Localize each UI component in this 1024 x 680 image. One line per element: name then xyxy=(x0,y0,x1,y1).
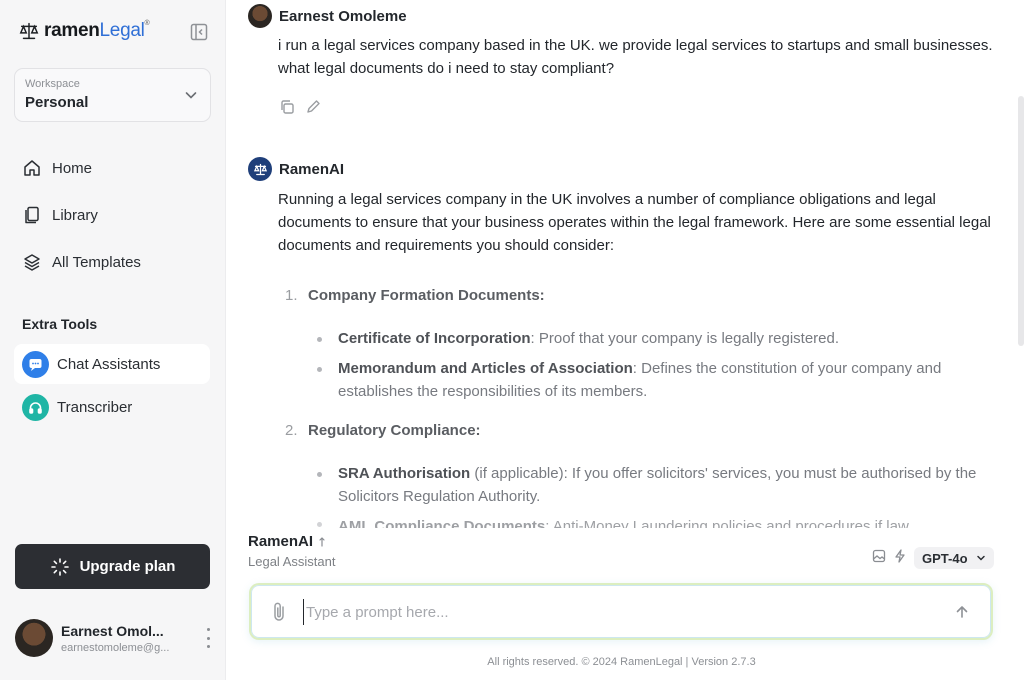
list-item-text: : Anti-Money Laundering policies and pro… xyxy=(545,518,909,528)
upgrade-plan-label: Upgrade plan xyxy=(79,558,176,575)
nav-item-library[interactable]: Library xyxy=(22,202,98,228)
avatar xyxy=(15,619,53,657)
scales-of-justice-icon xyxy=(19,22,39,40)
lightning-icon[interactable] xyxy=(894,548,906,568)
sparkle-loader-icon xyxy=(50,557,69,576)
list-number: 1. xyxy=(285,287,298,304)
prompt-box xyxy=(249,583,993,640)
collapse-sidebar-button[interactable] xyxy=(188,21,210,43)
extra-tools-title: Extra Tools xyxy=(22,316,98,332)
nav-item-label: Library xyxy=(52,206,98,224)
scales-of-justice-icon xyxy=(253,163,267,175)
nav-item-label: All Templates xyxy=(52,253,141,271)
list-item: Certificate of Incorporation: Proof that… xyxy=(338,327,998,350)
list-item-truncated: AML Compliance Documents: Anti-Money Lau… xyxy=(338,514,998,528)
user-email: earnestomoleme@g... xyxy=(61,641,170,654)
chat-bubble-icon xyxy=(22,350,49,378)
copy-icon[interactable] xyxy=(279,99,295,115)
list-number: 2. xyxy=(285,422,298,439)
chevron-down-icon xyxy=(185,92,197,99)
list-item-text: : Proof that your company is legally reg… xyxy=(530,330,840,347)
user-message-header: Earnest Omoleme xyxy=(248,4,407,28)
list-item: SRA Authorisation (if applicable): If yo… xyxy=(338,462,998,508)
list-bullet xyxy=(317,337,322,342)
list-item-term: Memorandum and Articles of Association xyxy=(338,360,633,377)
headphones-icon xyxy=(22,393,49,421)
list-heading: Company Formation Documents: xyxy=(308,287,545,304)
list-item-term: Certificate of Incorporation xyxy=(338,330,531,347)
message-author: RamenAI xyxy=(279,160,345,178)
workspace-value: Personal xyxy=(25,94,89,111)
ai-message-intro: Running a legal services company in the … xyxy=(278,191,991,254)
tool-item-label: Chat Assistants xyxy=(57,355,161,373)
list-item-term: SRA Authorisation xyxy=(338,465,471,482)
image-icon[interactable] xyxy=(872,549,886,568)
list-item-term: AML Compliance Documents xyxy=(338,518,546,528)
nav-item-all-templates[interactable]: All Templates xyxy=(22,249,141,275)
list-bullet xyxy=(317,522,322,527)
scrollbar[interactable] xyxy=(1018,96,1024,346)
tool-item-transcriber[interactable]: Transcriber xyxy=(14,387,210,427)
nav-item-label: Home xyxy=(52,159,93,177)
brand-name-light: Legal xyxy=(99,20,145,41)
user-name: Earnest Omol... xyxy=(61,622,164,639)
tool-item-label: Transcriber xyxy=(57,398,133,416)
layers-icon xyxy=(24,254,40,271)
list-heading: Regulatory Compliance: xyxy=(308,422,481,439)
upgrade-plan-button[interactable]: Upgrade plan xyxy=(15,544,210,589)
ramenai-avatar xyxy=(248,157,272,181)
ai-message-header: RamenAI xyxy=(248,157,344,181)
model-selector[interactable]: GPT-4o xyxy=(914,547,994,569)
user-profile[interactable]: Earnest Omol... earnestomoleme@g... xyxy=(15,618,215,658)
composer-toolbar: GPT-4o xyxy=(872,547,994,569)
edit-pencil-icon[interactable] xyxy=(305,99,321,115)
chevron-down-icon xyxy=(976,555,985,561)
brand-name: ramenLegal® xyxy=(44,20,150,42)
home-icon xyxy=(24,160,40,176)
brand-logo[interactable]: ramenLegal® xyxy=(18,18,150,44)
list-bullet xyxy=(317,472,322,477)
arrow-up-icon xyxy=(956,606,968,618)
message-author: Earnest Omoleme xyxy=(279,7,407,25)
message-actions xyxy=(279,99,321,115)
sidebar-toggle-icon xyxy=(190,23,208,41)
sidebar: ramenLegal® Workspace Personal Home Libr… xyxy=(0,0,226,680)
paperclip-icon[interactable] xyxy=(269,601,289,623)
brand-name-bold: ramen xyxy=(44,20,100,41)
assistant-name: RamenAI xyxy=(248,533,314,550)
assistant-role: Legal Assistant xyxy=(248,554,336,569)
list-bullet xyxy=(317,367,322,372)
library-icon xyxy=(25,206,39,224)
avatar xyxy=(248,4,272,28)
send-button[interactable] xyxy=(947,597,977,627)
assistant-selector[interactable]: RamenAI xyxy=(248,533,327,550)
more-options-icon[interactable] xyxy=(201,628,215,648)
sort-arrows-icon xyxy=(319,536,325,547)
user-message-text: i run a legal services company based in … xyxy=(278,37,993,77)
model-name: GPT-4o xyxy=(922,550,968,566)
tool-item-chat-assistants[interactable]: Chat Assistants xyxy=(14,344,210,384)
brand-registered-mark: ® xyxy=(144,20,150,27)
list-item: Memorandum and Articles of Association: … xyxy=(338,357,998,403)
prompt-input[interactable] xyxy=(303,599,903,625)
nav-item-home[interactable]: Home xyxy=(22,155,92,181)
workspace-selector[interactable]: Workspace Personal xyxy=(14,68,211,122)
workspace-label: Workspace xyxy=(25,78,80,90)
footer-text: All rights reserved. © 2024 RamenLegal |… xyxy=(487,656,756,668)
chat-area: Earnest Omoleme i run a legal services c… xyxy=(227,0,1024,680)
